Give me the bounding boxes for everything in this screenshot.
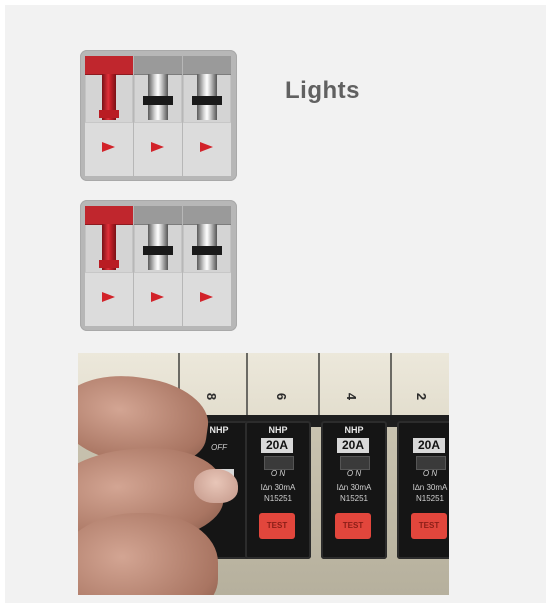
pole-cap — [183, 206, 231, 225]
circuit-number: 4 — [344, 392, 360, 401]
breaker-brand: NHP — [344, 425, 364, 435]
breaker-pole-off — [183, 56, 231, 176]
circuit-breaker-3: NHP 20A O N I∆n 30mA N15251 TEST — [321, 421, 387, 559]
pole-cap — [85, 206, 133, 225]
breaker-spec: I∆n 30mA — [412, 483, 448, 492]
breaker-pole-off — [134, 56, 182, 176]
breaker-rating: 20A — [337, 438, 369, 453]
label-divider — [246, 353, 248, 415]
circuit-breaker-2: NHP 20A O N I∆n 30mA N15251 TEST — [245, 421, 311, 559]
circuit-number: 6 — [274, 392, 290, 401]
breaker-illustration-2 — [80, 200, 237, 331]
arrow-right-icon — [151, 142, 164, 152]
section-heading: Lights — [285, 77, 360, 104]
pole-band — [99, 110, 119, 118]
thumb-nail — [194, 469, 238, 503]
circuit-number: 8 — [204, 392, 220, 401]
pole-band — [143, 96, 173, 105]
breaker-rating: 20A — [261, 438, 293, 453]
breaker-brand: NHP — [268, 425, 288, 435]
arrow-right-icon — [102, 292, 115, 302]
pole-cap — [85, 56, 133, 75]
arrow-right-icon — [200, 142, 213, 152]
label-divider — [318, 353, 320, 415]
breaker-pole-on — [85, 206, 133, 326]
breaker-model: N15251 — [339, 494, 369, 503]
pole-cap — [183, 56, 231, 75]
test-button: TEST — [259, 513, 295, 539]
breaker-spec: I∆n 30mA — [260, 483, 296, 492]
breaker-model: N15251 — [415, 494, 445, 503]
pole-cap — [134, 206, 182, 225]
breaker-toggle — [416, 456, 446, 470]
breaker-pole-off — [134, 206, 182, 326]
breaker-state: O N — [346, 469, 362, 478]
breaker-state: O N — [270, 469, 286, 478]
test-button: TEST — [335, 513, 371, 539]
pole-cap — [134, 56, 182, 75]
breaker-pole-off — [183, 206, 231, 326]
breaker-spec: I∆n 30mA — [336, 483, 372, 492]
switchboard-photo: 10 8 6 4 2 NHP OFF 20A NHP 20A O N I∆n 3… — [78, 353, 449, 595]
pole-band — [99, 260, 119, 268]
breaker-pole-on — [85, 56, 133, 176]
breaker-illustration-1 — [80, 50, 237, 181]
breaker-toggle — [264, 456, 294, 470]
pole-band — [143, 246, 173, 255]
pole-band — [192, 96, 222, 105]
breaker-state: O N — [422, 469, 438, 478]
content-card: Lights 10 8 — [5, 5, 546, 603]
test-button: TEST — [411, 513, 447, 539]
label-divider — [390, 353, 392, 415]
pole-band — [192, 246, 222, 255]
arrow-right-icon — [151, 292, 164, 302]
circuit-breaker-4: 20A O N I∆n 30mA N15251 TEST — [397, 421, 449, 559]
circuit-number: 2 — [414, 392, 430, 401]
breaker-rating: 20A — [413, 438, 445, 453]
arrow-right-icon — [102, 142, 115, 152]
arrow-right-icon — [200, 292, 213, 302]
breaker-toggle — [340, 456, 370, 470]
breaker-model: N15251 — [263, 494, 293, 503]
